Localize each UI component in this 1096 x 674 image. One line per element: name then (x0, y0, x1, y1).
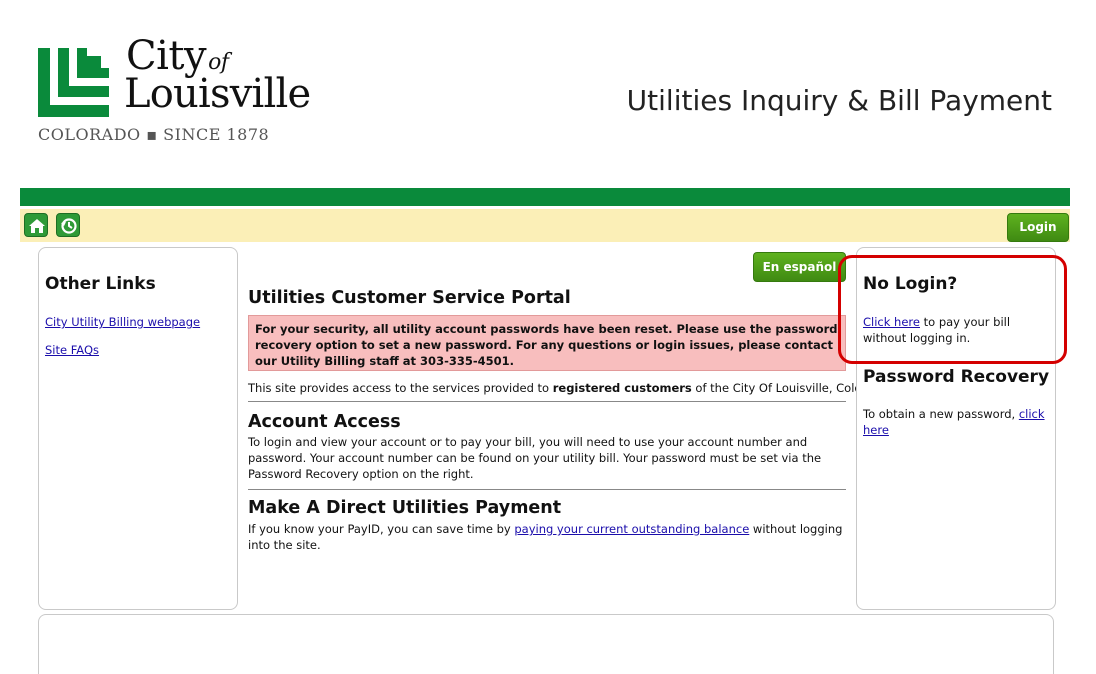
page-title: Utilities Customer Service Portal (248, 288, 571, 308)
right-panel: No Login? Click here to pay your bill wi… (856, 247, 1056, 610)
account-access-heading: Account Access (248, 412, 401, 432)
app-title: Utilities Inquiry & Bill Payment (626, 84, 1052, 117)
intro-bold-text: registered customers (552, 381, 692, 395)
city-utility-billing-link[interactable]: City Utility Billing webpage (45, 314, 200, 330)
logo-louisville-text: Louisville (124, 71, 311, 117)
logo-tagline: COLORADO ▪ SINCE 1878 (38, 125, 270, 144)
direct-payment-text: If you know your PayID, you can save tim… (248, 522, 843, 552)
password-recovery-text: To obtain a new password, click here (863, 407, 1045, 437)
direct-payment-heading: Make A Direct Utilities Payment (248, 498, 562, 518)
header-green-bar (20, 188, 1070, 206)
password-recovery-heading: Password Recovery (863, 367, 1050, 387)
espanol-button[interactable]: En español (753, 252, 846, 282)
no-login-click-here-link[interactable]: Click here (863, 315, 920, 329)
toolbar: Login (20, 209, 1070, 242)
other-links-heading: Other Links (45, 274, 156, 294)
site-faqs-link[interactable]: Site FAQs (45, 342, 99, 358)
divider (248, 401, 846, 402)
no-login-heading: No Login? (863, 274, 958, 294)
password-reset-alert: For your security, all utility account p… (248, 315, 846, 371)
history-icon[interactable] (56, 213, 80, 237)
other-links-panel: Other Links City Utility Billing webpage… (38, 247, 238, 610)
city-logo-mark-icon (38, 48, 109, 117)
city-logo[interactable]: Cityof Louisville COLORADO ▪ SINCE 1878 (38, 33, 328, 145)
footer-panel (38, 614, 1054, 674)
no-login-text: Click here to pay your bill without logg… (863, 315, 1011, 345)
home-icon[interactable] (24, 213, 48, 237)
intro-text: This site provides access to the service… (248, 381, 888, 395)
login-button[interactable]: Login (1007, 213, 1069, 242)
account-access-text: To login and view your account or to pay… (248, 435, 822, 481)
pay-outstanding-balance-link[interactable]: paying your current outstanding balance (514, 522, 749, 536)
divider (248, 489, 846, 490)
